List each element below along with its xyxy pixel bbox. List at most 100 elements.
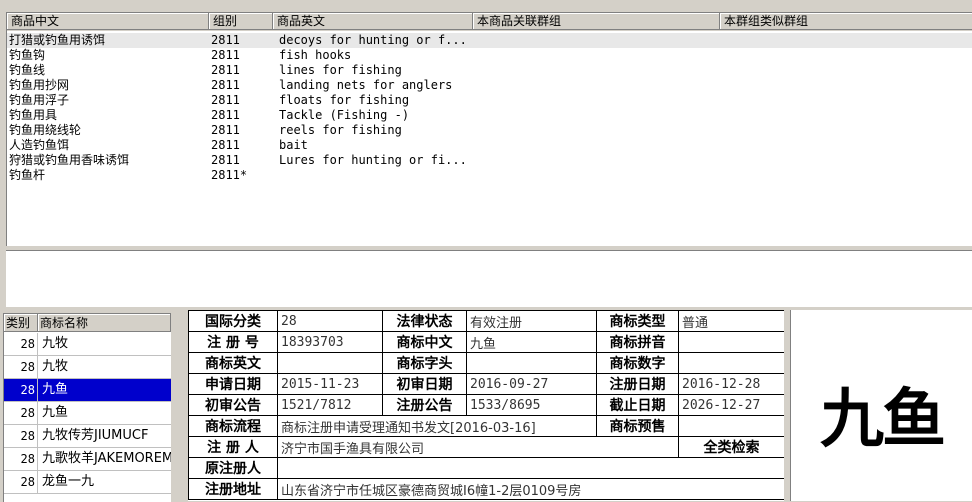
goods-group-cell: 2811* (211, 168, 248, 182)
reg-date-value: 2016-12-28 (678, 373, 784, 395)
prelim-date-label: 初审日期 (382, 373, 467, 395)
reg-date-label: 注册日期 (596, 373, 679, 395)
goods-cn-cell: 钓鱼用抄网 (9, 78, 70, 92)
intl-class-value: 28 (277, 310, 383, 332)
trademark-class-cell: 28 (4, 402, 38, 424)
expire-value: 2026-12-27 (678, 394, 784, 416)
goods-group-cell: 2811 (211, 108, 240, 122)
trademark-row[interactable]: 28 九牧 (4, 356, 171, 379)
reg-no-label: 注 册 号 (188, 331, 278, 353)
goods-list-header: 商品中文 组别 商品英文 本商品关联群组 本群组类似群组 (7, 13, 972, 31)
goods-en-cell: landing nets for anglers (279, 78, 453, 92)
tm-cn-value: 九鱼 (466, 331, 597, 353)
goods-row[interactable]: 钓鱼用浮子 2811 floats for fishing (7, 93, 972, 108)
trademark-name-cell: 九歌牧羊JAKEMOREM (42, 451, 171, 466)
tm-cn-label: 商标中文 (382, 331, 467, 353)
trademark-row[interactable]: 28 龙鱼一九 (4, 471, 171, 494)
goods-group-cell: 2811 (211, 63, 240, 77)
goods-en-cell: reels for fishing (279, 123, 402, 137)
tm-pinyin-label: 商标拼音 (596, 331, 679, 353)
tm-head-label: 商标字头 (382, 352, 467, 374)
col-header-goods-cn[interactable]: 商品中文 (7, 13, 209, 30)
tm-en-value (277, 352, 383, 374)
trademark-class-cell: 28 (4, 379, 38, 401)
registrant-label: 注 册 人 (188, 436, 278, 458)
col-header-related-groups[interactable]: 本商品关联群组 (473, 13, 720, 30)
address-label: 注册地址 (188, 478, 278, 500)
goods-group-cell: 2811 (211, 123, 240, 137)
reg-pub-value: 1533/8695 (466, 394, 597, 416)
trademark-row[interactable]: 28 九鱼 (4, 402, 171, 425)
goods-en-cell: lines for fishing (279, 63, 402, 77)
goods-cn-cell: 狩猎或钓鱼用香味诱饵 (9, 153, 130, 167)
goods-cn-cell: 钓鱼钩 (9, 48, 46, 62)
trademark-class-cell: 28 (4, 356, 38, 378)
goods-group-cell: 2811 (211, 48, 240, 62)
trademark-name-cell: 九鱼 (42, 405, 69, 420)
orig-registrant-label: 原注册人 (188, 457, 278, 479)
goods-group-cell: 2811 (211, 33, 240, 47)
goods-list[interactable]: 商品中文 组别 商品英文 本商品关联群组 本群组类似群组 打猎或钓鱼用诱饵 281… (6, 12, 972, 246)
goods-row[interactable]: 钓鱼用绕线轮 2811 reels for fishing (7, 123, 972, 138)
goods-row[interactable]: 狩猎或钓鱼用香味诱饵 2811 Lures for hunting or fi... (7, 153, 972, 168)
tm-pinyin-value (678, 331, 784, 353)
col-header-group[interactable]: 组别 (209, 13, 273, 30)
tm-digit-label: 商标数字 (596, 352, 679, 374)
expire-label: 截止日期 (596, 394, 679, 416)
goods-group-cell: 2811 (211, 93, 240, 107)
trademark-name-cell: 九牧传芳JIUMUCF (42, 428, 149, 443)
goods-row[interactable]: 钓鱼线 2811 lines for fishing (7, 63, 972, 78)
col-header-goods-en[interactable]: 商品英文 (273, 13, 473, 30)
prelim-pub-value: 1521/7812 (277, 394, 383, 416)
related-groups-pane[interactable] (6, 250, 972, 307)
orig-registrant-value (277, 457, 784, 479)
tm-digit-value (678, 352, 784, 374)
trademark-row[interactable]: 28 九鱼 (4, 379, 171, 402)
goods-group-cell: 2811 (211, 78, 240, 92)
intl-class-label: 国际分类 (188, 310, 278, 332)
prelim-date-value: 2016-09-27 (466, 373, 597, 395)
legal-status-label: 法律状态 (382, 310, 467, 332)
trademark-name-cell: 九牧 (42, 336, 69, 351)
goods-group-cell: 2811 (211, 138, 240, 152)
trademark-name-cell: 龙鱼一九 (42, 474, 95, 489)
search-all-button[interactable]: 全类检索 (678, 436, 784, 458)
trademark-class-cell: 28 (4, 333, 38, 355)
presale-label: 商标预售 (596, 415, 679, 437)
trademark-class-cell: 28 (4, 471, 38, 493)
goods-cn-cell: 钓鱼线 (9, 63, 46, 77)
flow-value[interactable]: 商标注册申请受理通知书发文[2016-03-16] (277, 415, 597, 437)
col-header-similar-groups[interactable]: 本群组类似群组 (720, 13, 972, 30)
trademark-name-cell: 九鱼 (42, 382, 69, 397)
goods-cn-cell: 人造钓鱼饵 (9, 138, 70, 152)
apply-date-value: 2015-11-23 (277, 373, 383, 395)
trademark-row[interactable]: 28 九牧 (4, 333, 171, 356)
trademark-logo: 九鱼 (820, 382, 946, 457)
trademark-row[interactable]: 28 九牧传芳JIUMUCF (4, 425, 171, 448)
col-header-trademark-name[interactable]: 商标名称 (38, 314, 171, 332)
goods-en-cell: floats for fishing (279, 93, 410, 107)
goods-row[interactable]: 钓鱼钩 2811 fish hooks (7, 48, 972, 63)
goods-cn-cell: 打猎或钓鱼用诱饵 (9, 33, 106, 47)
trademark-list[interactable]: 类别 商标名称 28 九牧 28 九牧 28 九鱼 28 九鱼 28 九牧传芳JIUMUCF 28 九… (3, 313, 171, 502)
goods-cn-cell: 钓鱼用具 (9, 108, 58, 122)
goods-group-cell: 2811 (211, 153, 240, 167)
goods-cn-cell: 钓鱼用浮子 (9, 93, 70, 107)
reg-pub-label: 注册公告 (382, 394, 467, 416)
apply-date-label: 申请日期 (188, 373, 278, 395)
goods-en-cell: decoys for hunting or f... (279, 33, 467, 47)
goods-row[interactable]: 钓鱼用抄网 2811 landing nets for anglers (7, 78, 972, 93)
legal-status-value: 有效注册 (466, 310, 597, 332)
goods-row[interactable]: 人造钓鱼饵 2811 bait (7, 138, 972, 153)
prelim-pub-label: 初审公告 (188, 394, 278, 416)
trademark-image-pane: 九鱼 (790, 310, 972, 501)
goods-row[interactable]: 钓鱼杆 2811* (7, 168, 972, 183)
goods-row[interactable]: 钓鱼用具 2811 Tackle (Fishing -) (7, 108, 972, 123)
goods-en-cell: Tackle (Fishing -) (279, 108, 410, 122)
goods-row[interactable]: 打猎或钓鱼用诱饵 2811 decoys for hunting or f... (7, 33, 972, 48)
col-header-class[interactable]: 类别 (4, 314, 38, 332)
goods-en-cell: fish hooks (279, 48, 352, 62)
flow-label: 商标流程 (188, 415, 278, 437)
goods-cn-cell: 钓鱼杆 (9, 168, 46, 182)
trademark-row[interactable]: 28 九歌牧羊JAKEMOREM (4, 448, 171, 471)
